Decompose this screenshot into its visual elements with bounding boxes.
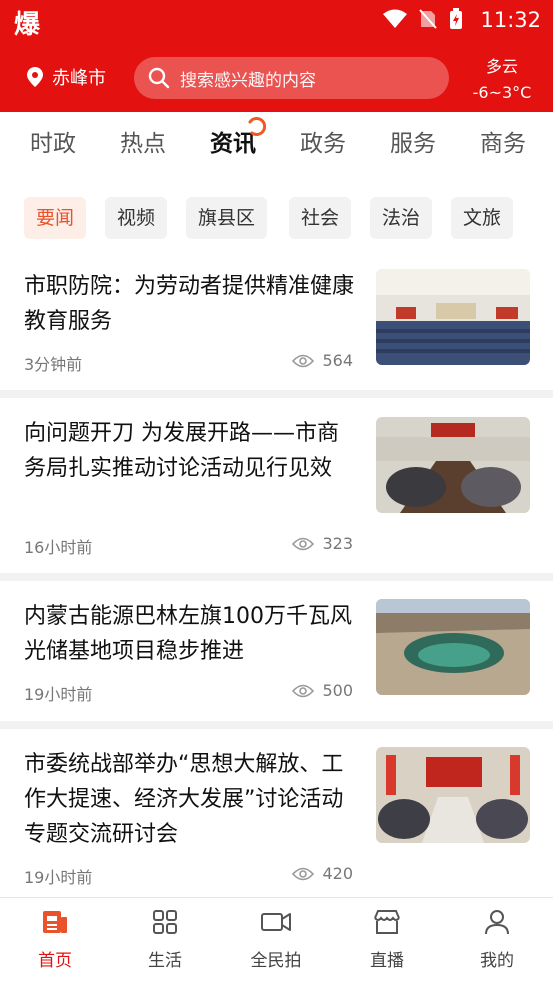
news-item[interactable]: 市委统战部举办“思想大解放、工作大提速、经济大发展”讨论活动专题交流研讨会 19…: [0, 729, 553, 897]
eye-icon: [292, 537, 315, 550]
news-thumbnail: [376, 269, 530, 365]
views-count: 500: [322, 681, 353, 700]
tab-redian[interactable]: 热点: [120, 124, 166, 158]
chip-qixianqu[interactable]: 旗县区: [186, 197, 268, 239]
eye-icon: [292, 867, 315, 880]
nav-citizen-report[interactable]: 全民拍: [231, 908, 321, 971]
tab-shangwu[interactable]: 商务: [480, 124, 526, 158]
chip-fazhi[interactable]: 法治: [370, 197, 433, 239]
news-title: 内蒙古能源巴林左旗100万千瓦风光储基地项目稳步推进: [24, 604, 352, 664]
category-tabs: 时政 热点 资讯 政务 服务 商务: [0, 112, 553, 170]
nav-live-label: 直播: [370, 951, 404, 971]
news-item[interactable]: 向问题开刀 为发展开路——市商务局扎实推动讨论活动见行见效 16小时前 323: [0, 398, 553, 573]
news-views: 500: [292, 681, 353, 700]
eye-icon: [292, 684, 315, 697]
nav-life[interactable]: 生活: [120, 908, 210, 971]
status-time: 11:32: [480, 8, 541, 32]
no-sim-icon: [419, 9, 437, 29]
weather-widget[interactable]: 多云 -6~3°C: [468, 54, 536, 106]
nav-citizen-report-label: 全民拍: [250, 951, 302, 971]
app-notification-icon: 爆: [14, 10, 41, 40]
news-thumbnail: [376, 417, 530, 513]
tab-shizheng[interactable]: 时政: [30, 124, 76, 158]
news-time: 19小时前: [24, 685, 93, 704]
store-icon: [374, 910, 400, 934]
tab-zhengwu[interactable]: 政务: [300, 124, 346, 158]
active-tab-indicator-icon: [248, 117, 266, 136]
eye-icon: [292, 354, 315, 367]
battery-icon: [450, 8, 462, 29]
chip-yaowen[interactable]: 要闻: [24, 197, 87, 239]
location-selector[interactable]: 赤峰市: [26, 64, 106, 90]
grid-icon: [153, 910, 177, 934]
nav-live[interactable]: 直播: [342, 908, 432, 971]
tab-fuwu[interactable]: 服务: [390, 124, 436, 158]
chip-shipin[interactable]: 视频: [105, 197, 168, 239]
news-views: 323: [292, 534, 353, 553]
weather-temperature: -6~3°C: [472, 83, 532, 102]
news-time: 19小时前: [24, 868, 93, 887]
search-icon: [148, 67, 170, 89]
news-views: 564: [292, 351, 353, 370]
sub-category-chips: 要闻 视频 旗县区 社会 法治 文旅: [0, 170, 553, 258]
nav-mine[interactable]: 我的: [452, 908, 542, 971]
wifi-icon: [383, 9, 407, 28]
news-item[interactable]: 市职防院：为劳动者提供精准健康教育服务 3分钟前 564: [0, 258, 553, 390]
nav-mine-label: 我的: [480, 951, 514, 971]
chip-wenlv[interactable]: 文旅: [451, 197, 514, 239]
search-input[interactable]: 搜索感兴趣的内容: [134, 57, 449, 99]
location-pin-icon: [27, 67, 43, 87]
nav-life-label: 生活: [148, 951, 182, 971]
nav-home[interactable]: 首页: [10, 908, 100, 971]
views-count: 564: [322, 351, 353, 370]
chip-shehui[interactable]: 社会: [289, 197, 352, 239]
weather-condition: 多云: [485, 57, 518, 76]
status-bar: 爆 11:32: [0, 0, 553, 40]
views-count: 420: [322, 864, 353, 883]
app-header: 赤峰市 搜索感兴趣的内容 多云 -6~3°C: [0, 40, 553, 112]
news-time: 16小时前: [24, 538, 93, 557]
news-time: 3分钟前: [24, 355, 83, 374]
search-placeholder: 搜索感兴趣的内容: [180, 70, 316, 91]
nav-home-label: 首页: [38, 951, 72, 971]
views-count: 323: [322, 534, 353, 553]
location-label: 赤峰市: [52, 68, 106, 89]
home-news-icon: [43, 911, 67, 933]
news-title: 向问题开刀 为发展开路——市商务局扎实推动讨论活动见行见效: [24, 421, 339, 481]
status-icons: [383, 8, 463, 30]
bottom-navigation: 首页 生活 全民拍 直播 我的: [0, 897, 553, 984]
news-views: 420: [292, 864, 353, 883]
news-item[interactable]: 内蒙古能源巴林左旗100万千瓦风光储基地项目稳步推进 19小时前 500: [0, 581, 553, 721]
news-thumbnail: [376, 599, 530, 695]
news-title: 市委统战部举办“思想大解放、工作大提速、经济大发展”讨论活动专题交流研讨会: [24, 752, 344, 847]
news-thumbnail: [376, 747, 530, 843]
news-title: 市职防院：为劳动者提供精准健康教育服务: [24, 274, 355, 334]
video-camera-icon: [261, 913, 291, 931]
user-icon: [485, 910, 509, 935]
